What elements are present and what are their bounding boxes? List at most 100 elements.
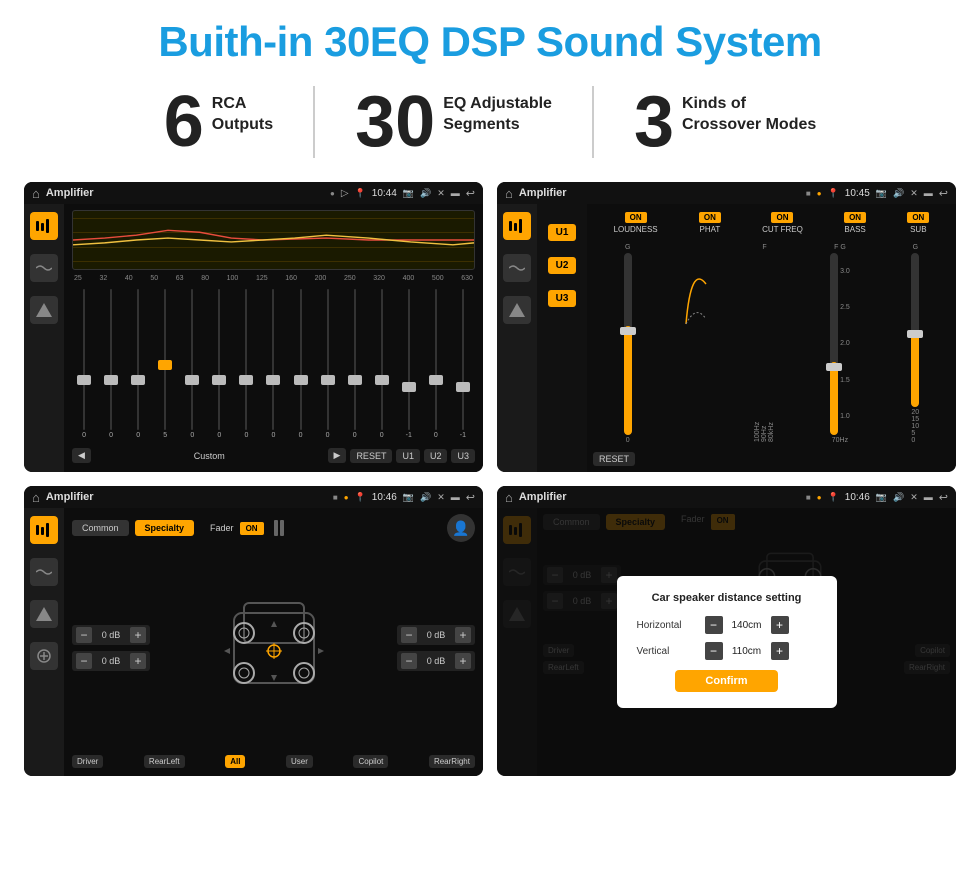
- stat-crossover: 3 Kinds of Crossover Modes: [594, 86, 856, 158]
- stat-eq: 30 EQ Adjustable Segments: [315, 86, 594, 158]
- vertical-minus[interactable]: −: [705, 642, 723, 660]
- dialog-screen-card: ⌂ Amplifier ■ ● 📍 10:46 📷 🔊 ✕ ▬ ↩ Common…: [497, 486, 956, 776]
- stats-row: 6 RCA Outputs 30 EQ Adjustable Segments …: [0, 76, 980, 176]
- crossover-side-btn-3[interactable]: [503, 296, 531, 324]
- home-icon-3[interactable]: ⌂: [32, 490, 40, 505]
- rearright-btn[interactable]: RearRight: [429, 755, 475, 768]
- db-plus-2[interactable]: +: [130, 653, 146, 669]
- eq-side-btn-2[interactable]: [30, 254, 58, 282]
- db-minus-3[interactable]: −: [401, 627, 417, 643]
- cutfreq-label: CUT FREQ: [762, 225, 803, 234]
- stat-eq-label2: Segments: [443, 115, 552, 136]
- vertical-plus[interactable]: +: [771, 642, 789, 660]
- volume-icon[interactable]: 🔊: [420, 188, 431, 199]
- loudness-label: LOUDNESS: [614, 225, 658, 234]
- horizontal-plus[interactable]: +: [771, 616, 789, 634]
- minimize-icon[interactable]: ▬: [451, 188, 460, 198]
- eq-preset-label: Custom: [95, 451, 324, 461]
- user-btn[interactable]: User: [286, 755, 313, 768]
- vertical-row: Vertical − 110cm +: [637, 642, 817, 660]
- crossover-side-btn-2[interactable]: [503, 254, 531, 282]
- eq-side-btn-3[interactable]: [30, 296, 58, 324]
- back-icon-2[interactable]: ↩: [939, 187, 948, 200]
- bass-on-badge[interactable]: ON: [844, 212, 866, 223]
- dialog-status-bar: ⌂ Amplifier ■ ● 📍 10:46 📷 🔊 ✕ ▬ ↩: [497, 486, 956, 508]
- db-minus-1[interactable]: −: [76, 627, 92, 643]
- db-minus-4[interactable]: −: [401, 653, 417, 669]
- fader-side-btn-3[interactable]: [30, 600, 58, 628]
- sub-on-badge[interactable]: ON: [907, 212, 929, 223]
- driver-btn[interactable]: Driver: [72, 755, 103, 768]
- stat-rca-number: 6: [164, 86, 204, 158]
- car-diagram: [156, 583, 391, 713]
- u3-btn[interactable]: U3: [548, 290, 577, 307]
- rearleft-btn[interactable]: RearLeft: [144, 755, 185, 768]
- camera-icon-4: 📷: [876, 492, 887, 503]
- back-icon-4[interactable]: ↩: [939, 491, 948, 504]
- specialty-tab[interactable]: Specialty: [135, 520, 195, 536]
- pin-icon: 📍: [355, 188, 366, 199]
- page-title: Buith-in 30EQ DSP Sound System: [0, 0, 980, 76]
- copilot-btn[interactable]: Copilot: [353, 755, 388, 768]
- eq-u1-btn[interactable]: U1: [396, 449, 420, 463]
- circle-icon-4: ●: [817, 493, 822, 502]
- fader-side-btn-1[interactable]: [30, 516, 58, 544]
- crossover-status-bar: ⌂ Amplifier ■ ● 📍 10:45 📷 🔊 ✕ ▬ ↩: [497, 182, 956, 204]
- minimize-icon-2[interactable]: ▬: [924, 188, 933, 198]
- fader-person-icon[interactable]: 👤: [447, 514, 475, 542]
- db-row-2: − 0 dB +: [72, 651, 150, 671]
- eq-status-bar: ⌂ Amplifier ● ▷ 📍 10:44 📷 🔊 ✕ ▬ ↩: [24, 182, 483, 204]
- loudness-on-badge[interactable]: ON: [625, 212, 647, 223]
- stat-rca: 6 RCA Outputs: [124, 86, 315, 158]
- eq-side-btn-1[interactable]: [30, 212, 58, 240]
- sub-label: SUB: [910, 225, 926, 234]
- back-icon[interactable]: ↩: [466, 187, 475, 200]
- dialog-status-time: 10:46: [845, 492, 870, 503]
- db-plus-1[interactable]: +: [130, 627, 146, 643]
- close-icon-3[interactable]: ✕: [437, 492, 445, 503]
- home-icon-4[interactable]: ⌂: [505, 490, 513, 505]
- back-icon-3[interactable]: ↩: [466, 491, 475, 504]
- dialog-overlay: Car speaker distance setting Horizontal …: [497, 508, 956, 776]
- close-icon-2[interactable]: ✕: [910, 188, 918, 199]
- horizontal-minus[interactable]: −: [705, 616, 723, 634]
- volume-icon-4[interactable]: 🔊: [893, 492, 904, 503]
- all-btn[interactable]: All: [225, 755, 245, 768]
- db-value-4: 0 dB: [421, 656, 451, 666]
- db-plus-3[interactable]: +: [455, 627, 471, 643]
- close-icon-4[interactable]: ✕: [910, 492, 918, 503]
- home-icon[interactable]: ⌂: [32, 186, 40, 201]
- crossover-side-btn-1[interactable]: [503, 212, 531, 240]
- db-plus-4[interactable]: +: [455, 653, 471, 669]
- volume-icon-2[interactable]: 🔊: [893, 188, 904, 199]
- fader-side-btn-4[interactable]: [30, 642, 58, 670]
- minimize-icon-4[interactable]: ▬: [924, 492, 933, 502]
- home-icon-2[interactable]: ⌂: [505, 186, 513, 201]
- eq-next-btn[interactable]: ▶: [328, 448, 347, 463]
- stat-rca-label2: Outputs: [212, 115, 273, 136]
- confirm-button[interactable]: Confirm: [675, 670, 777, 692]
- crossover-reset-btn[interactable]: RESET: [593, 452, 635, 466]
- phat-on-badge[interactable]: ON: [699, 212, 721, 223]
- u2-btn[interactable]: U2: [548, 257, 577, 274]
- eq-u3-btn[interactable]: U3: [451, 449, 475, 463]
- db-minus-2[interactable]: −: [76, 653, 92, 669]
- minimize-icon-3[interactable]: ▬: [451, 492, 460, 502]
- cutfreq-on-badge[interactable]: ON: [771, 212, 793, 223]
- fader-side-btn-2[interactable]: [30, 558, 58, 586]
- crossover-side-panel: [497, 204, 537, 472]
- eq-prev-btn[interactable]: ◀: [72, 448, 91, 463]
- eq-screen-title: Amplifier: [46, 187, 324, 199]
- close-icon[interactable]: ✕: [437, 188, 445, 199]
- pin-icon-4: 📍: [828, 492, 839, 503]
- stat-eq-number: 30: [355, 86, 435, 158]
- eq-screen-card: ⌂ Amplifier ● ▷ 📍 10:44 📷 🔊 ✕ ▬ ↩: [24, 182, 483, 472]
- fader-on-toggle[interactable]: ON: [240, 522, 264, 535]
- u1-btn[interactable]: U1: [548, 224, 577, 241]
- play-icon[interactable]: ▷: [341, 188, 349, 199]
- stat-crossover-number: 3: [634, 86, 674, 158]
- eq-u2-btn[interactable]: U2: [424, 449, 448, 463]
- common-tab[interactable]: Common: [72, 520, 129, 536]
- eq-reset-btn[interactable]: RESET: [350, 449, 392, 463]
- volume-icon-3[interactable]: 🔊: [420, 492, 431, 503]
